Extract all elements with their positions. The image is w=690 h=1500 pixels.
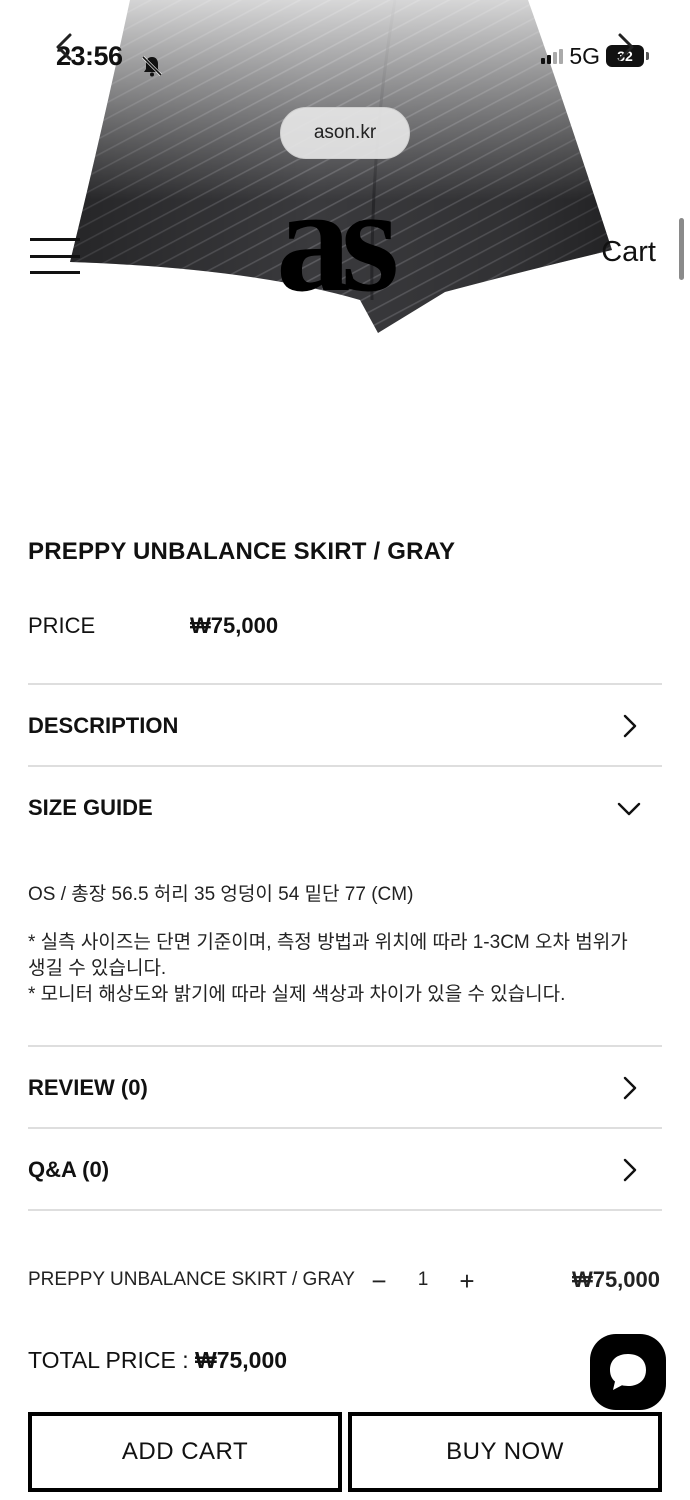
divider (28, 1209, 662, 1211)
product-title: PREPPY UNBALANCE SKIRT / GRAY (28, 538, 456, 565)
signal-icon (541, 48, 564, 64)
chevron-right-icon (623, 1158, 637, 1182)
chevron-right-icon (623, 1076, 637, 1100)
total-price-value: ₩75,000 (195, 1347, 288, 1373)
price-label: PRICE (28, 613, 96, 638)
quantity-value: 1 (417, 1269, 429, 1290)
cart-link[interactable]: Cart (601, 236, 656, 269)
scrollbar[interactable] (679, 218, 684, 280)
chat-bubble-icon (610, 1354, 646, 1390)
hamburger-icon[interactable] (30, 238, 80, 274)
size-guide-label: SIZE GUIDE (28, 795, 153, 820)
option-price: ₩75,000 (571, 1267, 660, 1292)
review-section-toggle[interactable]: REVIEW (0) (28, 1058, 662, 1118)
price-value: ₩75,000 (190, 613, 279, 638)
size-measurements: OS / 총장 56.5 허리 35 엉덩이 54 밑단 77 (CM) (28, 884, 414, 905)
buy-now-button[interactable]: BUY NOW (348, 1412, 662, 1492)
total-price-label: TOTAL PRICE : (28, 1347, 195, 1373)
option-name: PREPPY UNBALANCE SKIRT / GRAY (28, 1269, 355, 1290)
quantity-decrease-button[interactable]: − (368, 1262, 390, 1300)
divider (28, 683, 662, 685)
add-cart-button[interactable]: ADD CART (28, 1412, 342, 1492)
browser-back-icon[interactable] (48, 30, 82, 64)
site-logo[interactable]: as (276, 165, 416, 315)
quantity-increase-button[interactable]: + (456, 1262, 478, 1300)
qa-section-toggle[interactable]: Q&A (0) (28, 1140, 662, 1200)
chevron-down-icon (617, 802, 641, 816)
description-section-toggle[interactable]: DESCRIPTION (28, 696, 662, 756)
qa-label: Q&A (0) (28, 1157, 110, 1182)
review-label: REVIEW (0) (28, 1075, 148, 1100)
browser-forward-icon[interactable] (608, 30, 642, 64)
divider (28, 1045, 662, 1047)
bell-slash-icon (140, 44, 164, 88)
divider (28, 1127, 662, 1129)
url-bar[interactable]: ason.kr (280, 107, 410, 159)
total-price: TOTAL PRICE : ₩75,000 (28, 1347, 287, 1374)
selected-option-row: PREPPY UNBALANCE SKIRT / GRAY − 1 + ₩75,… (28, 1262, 662, 1300)
size-note-color: * 모니터 해상도와 밝기에 따라 실제 색상과 차이가 있을 수 있습니다. (28, 984, 566, 1005)
network-type: 5G (569, 42, 600, 69)
size-guide-content: OS / 총장 56.5 허리 35 엉덩이 54 밑단 77 (CM) * 실… (28, 882, 668, 1008)
description-label: DESCRIPTION (28, 713, 179, 738)
divider (28, 765, 662, 767)
chat-button[interactable] (590, 1334, 666, 1410)
chevron-right-icon (623, 714, 637, 738)
size-note-measurement: * 실측 사이즈는 단면 기준이며, 측정 방법과 위치에 따라 1-3CM 오… (28, 932, 628, 979)
size-guide-section-toggle[interactable]: SIZE GUIDE (28, 778, 662, 838)
